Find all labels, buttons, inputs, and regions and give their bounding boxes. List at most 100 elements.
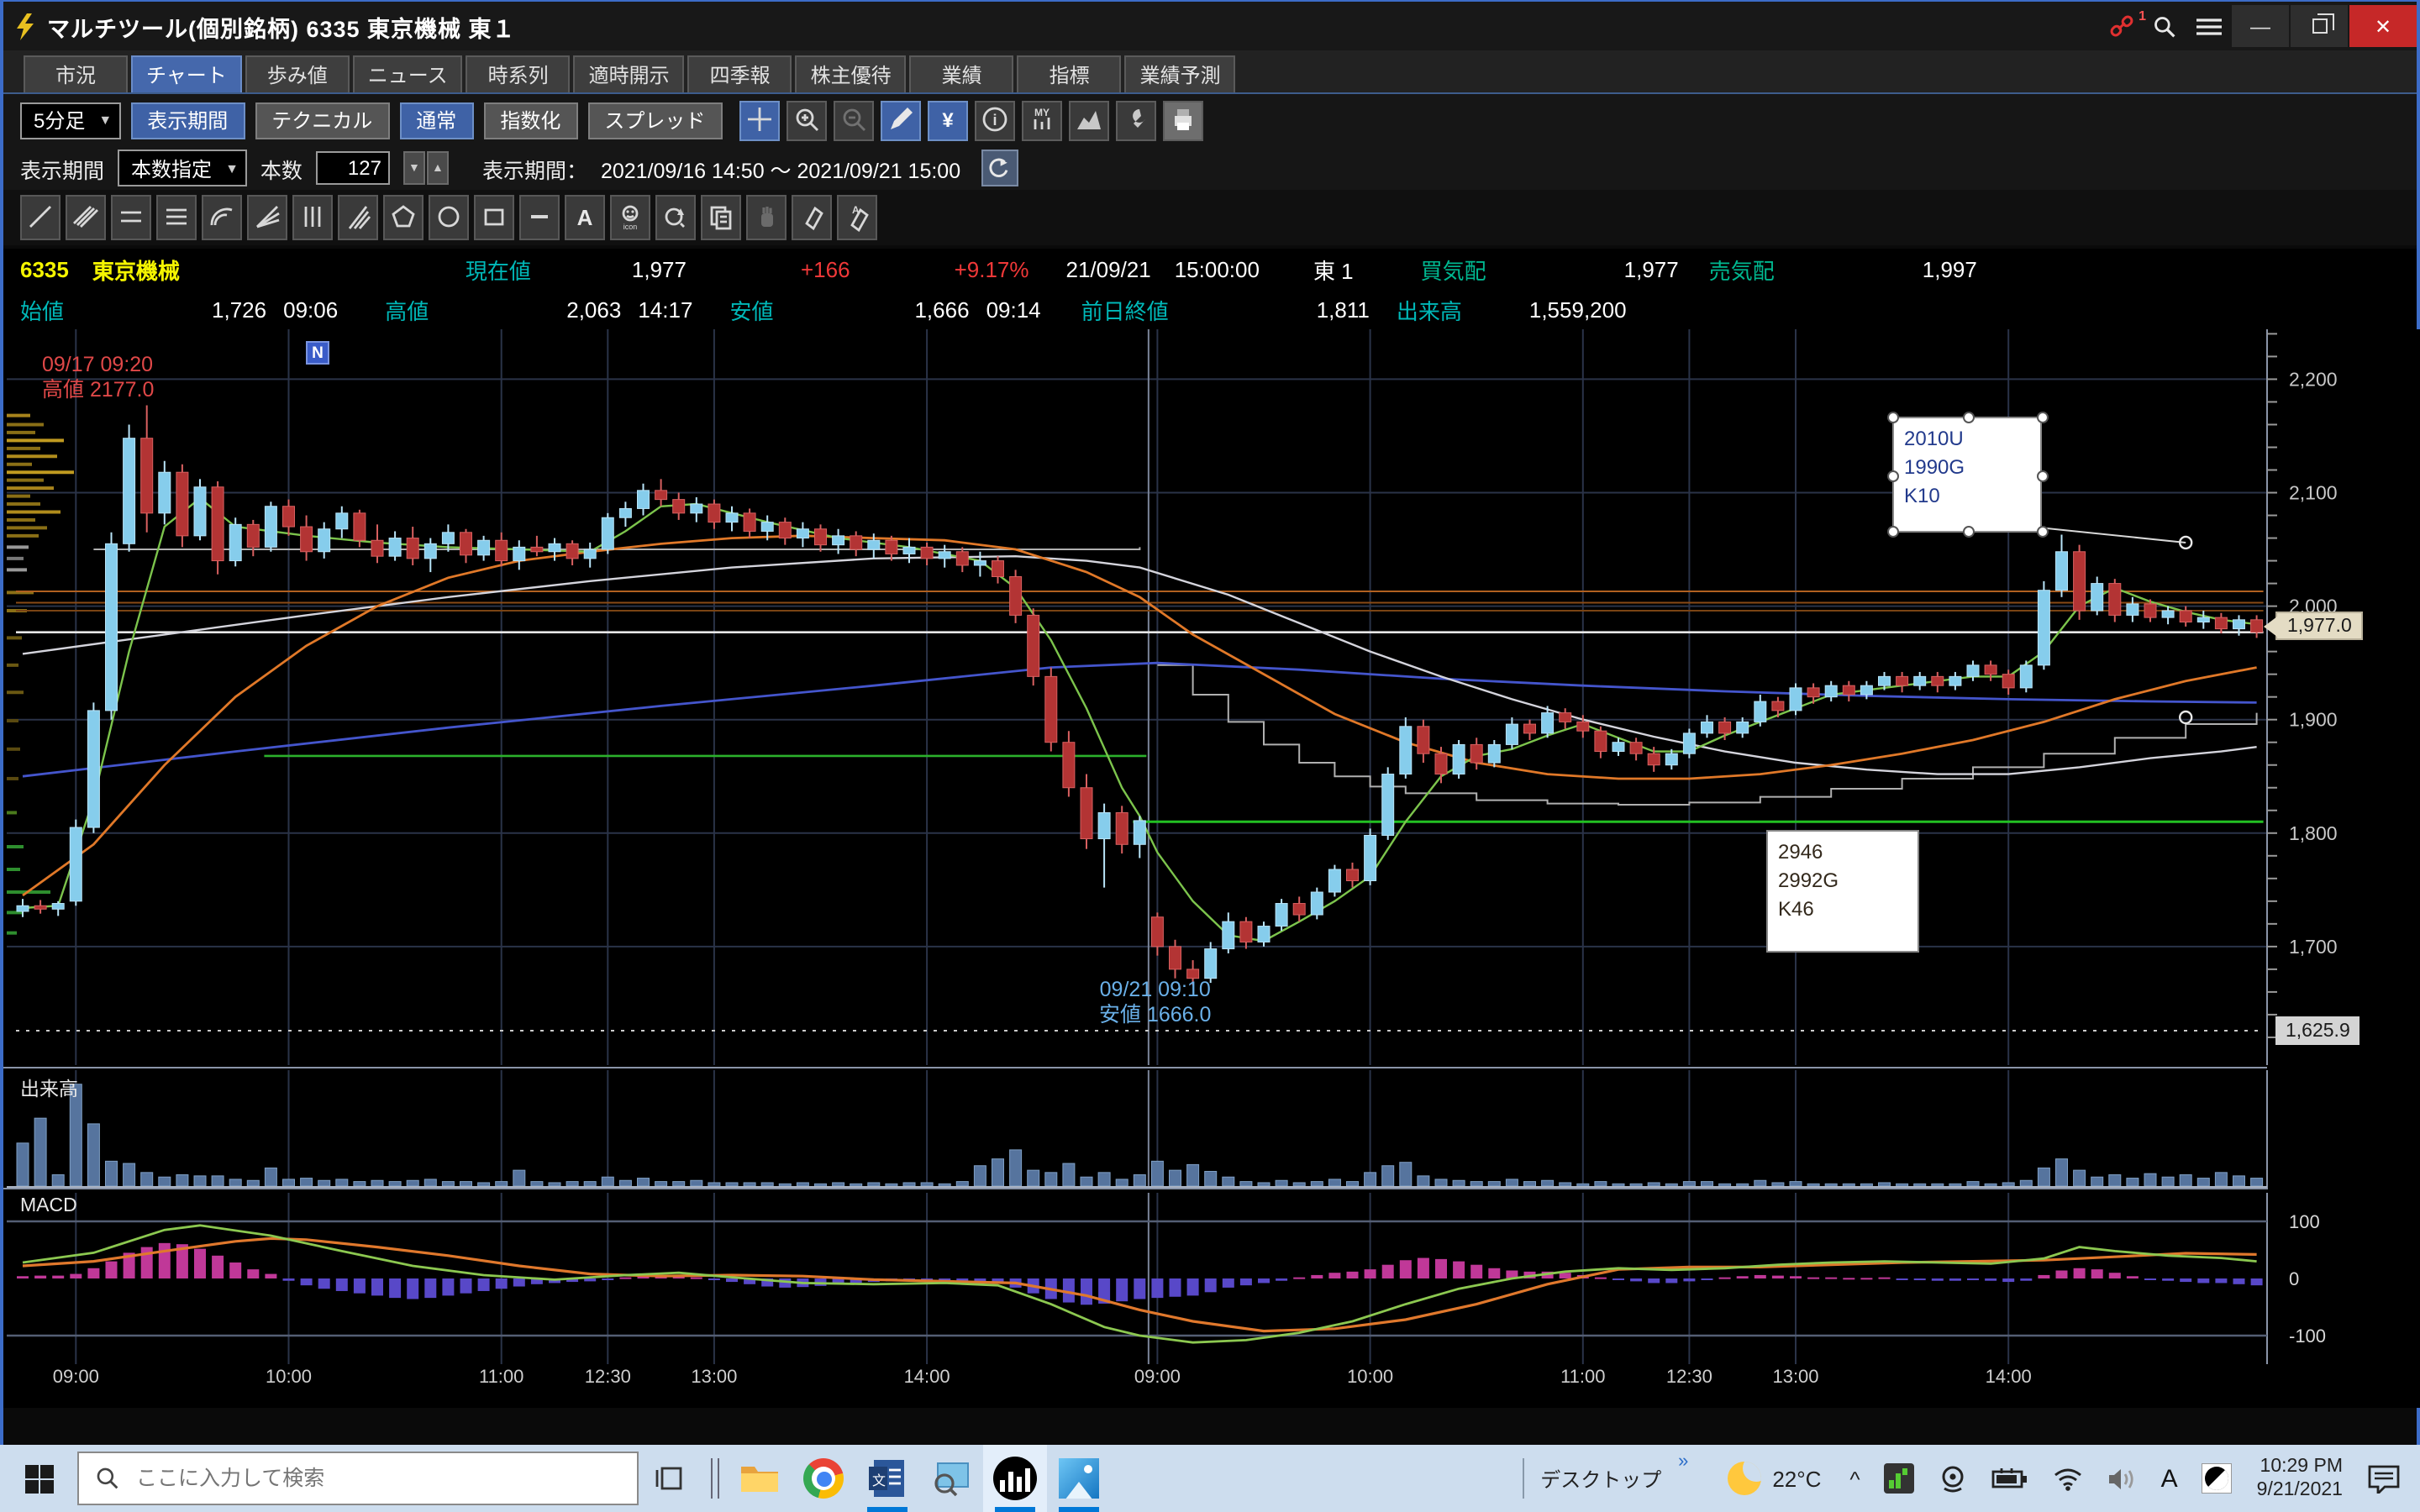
- news-badge[interactable]: N: [306, 341, 329, 365]
- hlines2-tool[interactable]: [111, 195, 151, 240]
- spread-button[interactable]: スプレッド: [587, 102, 722, 139]
- text-tool[interactable]: A: [565, 195, 605, 240]
- weather-icon[interactable]: [1715, 1445, 1772, 1512]
- tray-app-icon[interactable]: [1872, 1445, 1926, 1512]
- low-price: 1,666: [914, 297, 969, 322]
- link-icon[interactable]: 1: [2099, 8, 2143, 45]
- selection-handle[interactable]: [1963, 526, 1975, 538]
- speaker-icon[interactable]: [2096, 1445, 2149, 1512]
- tab-news[interactable]: ニュース: [353, 55, 463, 92]
- count-up-button[interactable]: ▲: [427, 151, 449, 185]
- pentagon-tool[interactable]: [383, 195, 424, 240]
- restore-button[interactable]: [2291, 5, 2348, 47]
- display-period-button[interactable]: 表示期間: [130, 102, 245, 139]
- tab-forecast[interactable]: 業績予測: [1125, 55, 1236, 92]
- selection-handle[interactable]: [1963, 412, 1975, 423]
- clock[interactable]: 10:29 PM 9/21/2021: [2244, 1455, 2356, 1502]
- interval-select[interactable]: 5分足▼: [20, 102, 120, 139]
- normal-button[interactable]: 通常: [399, 102, 473, 139]
- zoom-out-button[interactable]: [833, 100, 873, 140]
- crosshair-button[interactable]: [739, 100, 779, 140]
- copy-tool[interactable]: [701, 195, 741, 240]
- text-annotation[interactable]: 2946 2992G K46: [1766, 830, 1919, 953]
- selection-handle[interactable]: [1887, 526, 1899, 538]
- wifi-icon[interactable]: [2040, 1445, 2096, 1512]
- yen-button[interactable]: ¥: [927, 100, 967, 140]
- start-button[interactable]: [0, 1445, 77, 1512]
- hlines3-tool[interactable]: [156, 195, 197, 240]
- icon-stamp-tool[interactable]: icon: [610, 195, 650, 240]
- task-view-button[interactable]: [639, 1445, 702, 1512]
- printer-button[interactable]: [1162, 100, 1202, 140]
- pencil-button[interactable]: [880, 100, 920, 140]
- zoom-in-button[interactable]: [786, 100, 826, 140]
- snipping-tool-icon[interactable]: [919, 1445, 983, 1512]
- tab-disclosures[interactable]: 適時開示: [574, 55, 685, 92]
- count-input[interactable]: [316, 151, 390, 185]
- camera-tray-icon[interactable]: [1926, 1445, 1980, 1512]
- close-button[interactable]: ✕: [2349, 5, 2417, 47]
- tab-time-series[interactable]: 時系列: [466, 55, 571, 92]
- vertical-lines-tool[interactable]: [292, 195, 333, 240]
- count-down-button[interactable]: ▼: [403, 151, 425, 185]
- tab-market[interactable]: 市況: [24, 55, 128, 92]
- text-annotation-selected[interactable]: 2010U 1990G K10: [1892, 417, 2042, 533]
- eraser-all-tool[interactable]: A: [837, 195, 877, 240]
- count-mode-select[interactable]: 本数指定▼: [118, 150, 247, 186]
- parallel-lines-tool[interactable]: [66, 195, 106, 240]
- rotate-tool[interactable]: [655, 195, 696, 240]
- menu-icon[interactable]: [2186, 8, 2230, 45]
- temperature[interactable]: 22°C: [1772, 1466, 1821, 1491]
- ime-icon[interactable]: [2190, 1445, 2244, 1512]
- macd-chart[interactable]: 1000-100: [3, 1193, 2420, 1364]
- price-chart[interactable]: 2,2002,1002,0001,9001,8001,700: [3, 329, 2420, 1065]
- info-button[interactable]: i: [974, 100, 1014, 140]
- action-center-icon[interactable]: [2356, 1445, 2420, 1512]
- selection-handle[interactable]: [2037, 470, 2049, 482]
- overflow-chevron[interactable]: »: [1678, 1451, 1688, 1471]
- show-hidden-icons[interactable]: ^: [1838, 1445, 1871, 1512]
- high-marker-annotation[interactable]: 09/17 09:20高値 2177.0: [42, 353, 154, 403]
- tab-benefits[interactable]: 株主優待: [796, 55, 907, 92]
- battery-icon[interactable]: [1980, 1445, 2040, 1512]
- search-input[interactable]: [133, 1465, 570, 1492]
- taskbar-search[interactable]: [77, 1452, 639, 1505]
- fan-lines-tool[interactable]: [247, 195, 287, 240]
- selection-handle[interactable]: [1887, 470, 1899, 482]
- selection-handle[interactable]: [2037, 412, 2049, 423]
- indexed-button[interactable]: 指数化: [483, 102, 577, 139]
- svg-text:1,800: 1,800: [2289, 822, 2338, 844]
- tab-quarterly[interactable]: 四季報: [688, 55, 792, 92]
- tab-ticks[interactable]: 歩み値: [245, 55, 350, 92]
- chrome-icon[interactable]: [792, 1445, 855, 1512]
- search-icon[interactable]: [2143, 8, 2186, 45]
- ellipse-tool[interactable]: [429, 195, 469, 240]
- trading-app-icon[interactable]: [983, 1445, 1047, 1512]
- volume-chart[interactable]: [3, 1070, 2420, 1189]
- my-chart-button[interactable]: MY: [1021, 100, 1061, 140]
- eraser-tool[interactable]: [792, 195, 832, 240]
- fib-arc-tool[interactable]: [202, 195, 242, 240]
- tab-chart[interactable]: チャート: [131, 55, 242, 92]
- file-explorer-icon[interactable]: [728, 1445, 792, 1512]
- tab-indicators[interactable]: 指標: [1018, 55, 1122, 92]
- area-chart-button[interactable]: [1068, 100, 1108, 140]
- pitchfork-tool[interactable]: [338, 195, 378, 240]
- desktop-toolbar[interactable]: デスクトップ »: [1530, 1464, 1671, 1493]
- selection-handle[interactable]: [2037, 526, 2049, 538]
- wrench-button[interactable]: [1115, 100, 1155, 140]
- trend-line-tool[interactable]: [20, 195, 60, 240]
- rectangle-tool[interactable]: [474, 195, 514, 240]
- document-app-icon[interactable]: 文: [855, 1445, 919, 1512]
- photos-app-icon[interactable]: [1047, 1445, 1111, 1512]
- hand-tool[interactable]: [746, 195, 786, 240]
- minimize-button[interactable]: —: [2232, 5, 2289, 47]
- title-bar[interactable]: マルチツール(個別銘柄) 6335 東京機械 東１ 1 — ✕: [3, 2, 2417, 50]
- tab-earnings[interactable]: 業績: [910, 55, 1014, 92]
- reset-range-button[interactable]: [981, 150, 1018, 186]
- low-marker-annotation[interactable]: 09/21 09:10安値 1666.0: [1099, 978, 1211, 1028]
- selection-handle[interactable]: [1887, 412, 1899, 423]
- hsegment-tool[interactable]: [519, 195, 560, 240]
- ime-mode[interactable]: A: [2149, 1445, 2190, 1512]
- technical-button[interactable]: テクニカル: [255, 102, 389, 139]
